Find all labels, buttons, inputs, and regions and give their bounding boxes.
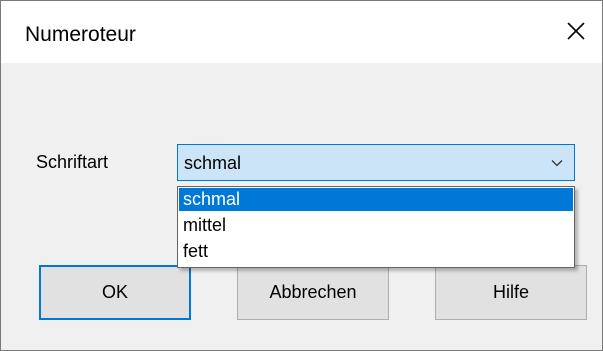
cancel-button[interactable]: Abbrechen <box>237 265 389 320</box>
window-title: Numeroteur <box>25 23 136 46</box>
chevron-down-icon <box>551 160 563 167</box>
ok-button[interactable]: OK <box>39 265 191 320</box>
title-bar: Numeroteur <box>1 1 602 63</box>
font-label: Schriftart <box>36 152 109 172</box>
close-icon <box>567 22 585 40</box>
font-option-fett[interactable]: fett <box>179 240 573 263</box>
font-select-value: schmal <box>184 153 242 173</box>
font-option-schmal[interactable]: schmal <box>179 188 573 211</box>
dialog-window: Numeroteur Schriftart schmal schmal mitt… <box>0 0 603 351</box>
font-select[interactable]: schmal <box>177 144 575 181</box>
font-select-dropdown: schmal mittel fett <box>177 186 575 268</box>
help-button[interactable]: Hilfe <box>435 265 587 320</box>
font-option-mittel[interactable]: mittel <box>179 214 573 237</box>
close-button[interactable] <box>558 13 594 49</box>
